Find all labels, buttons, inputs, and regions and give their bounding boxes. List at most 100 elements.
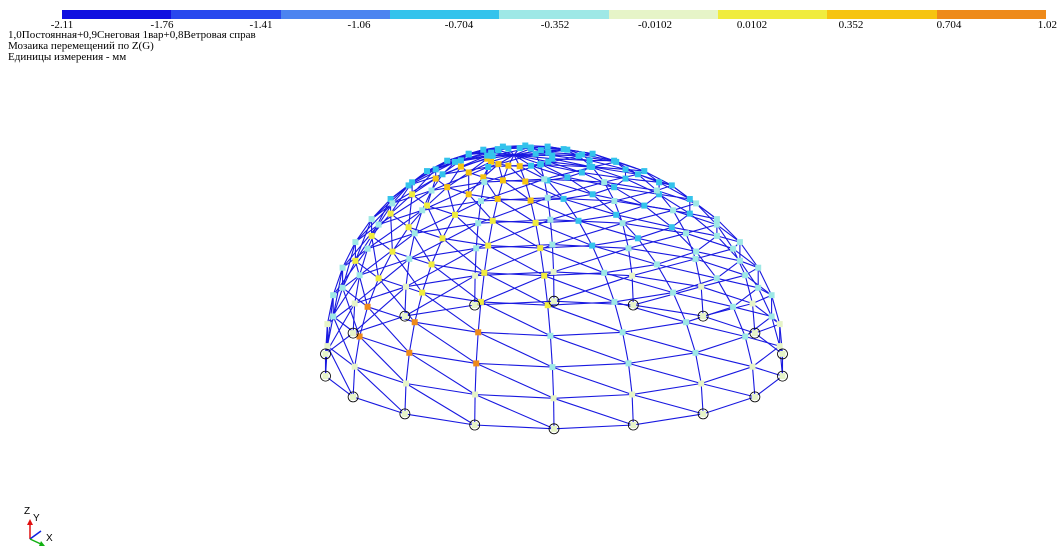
- mesh-node: [475, 329, 482, 336]
- mesh-member: [539, 248, 545, 276]
- mesh-member: [552, 362, 629, 368]
- mesh-node: [578, 169, 585, 176]
- mesh-node: [471, 302, 478, 308]
- mesh-node: [713, 232, 720, 239]
- mesh-node: [668, 224, 675, 231]
- mesh-node: [601, 179, 608, 186]
- mesh-node: [586, 157, 593, 164]
- mesh-node: [550, 268, 557, 275]
- mesh-node: [499, 143, 506, 150]
- mesh-node: [683, 230, 689, 237]
- mesh-node: [522, 178, 529, 185]
- mesh-node: [405, 182, 412, 189]
- mesh-node: [749, 363, 756, 370]
- mesh-member: [480, 272, 485, 302]
- mesh-member: [474, 424, 555, 430]
- mesh-member: [530, 165, 568, 178]
- mesh-node: [330, 292, 337, 299]
- mesh-member: [553, 275, 633, 302]
- mesh-node: [411, 319, 418, 326]
- dome-model-view[interactable]: [0, 0, 1064, 555]
- mesh-node: [387, 210, 394, 217]
- mesh-node: [686, 196, 693, 202]
- mesh-node: [641, 202, 648, 209]
- mesh-node: [375, 275, 382, 282]
- mesh-node: [368, 216, 375, 223]
- mesh-node: [411, 230, 418, 237]
- mesh-member: [685, 232, 734, 250]
- mesh-member: [627, 363, 633, 395]
- mesh-member: [627, 248, 633, 276]
- mesh-node: [550, 395, 557, 402]
- mesh-node: [405, 224, 412, 231]
- mesh-member: [622, 331, 696, 354]
- mesh-node: [698, 380, 705, 387]
- mesh-member: [352, 396, 406, 415]
- mesh-node: [698, 283, 705, 290]
- mesh-node: [693, 248, 700, 255]
- mesh-node: [457, 163, 464, 170]
- mesh-node: [322, 373, 329, 380]
- mesh-member: [367, 278, 380, 307]
- mesh-node: [401, 313, 408, 320]
- mesh-node: [670, 289, 677, 296]
- mesh-member: [476, 362, 553, 368]
- mesh-node: [485, 242, 492, 249]
- mesh-member: [685, 233, 697, 260]
- mesh-node: [641, 168, 648, 175]
- mesh-node: [713, 216, 720, 223]
- mesh-member: [404, 413, 475, 426]
- mesh-node: [475, 220, 482, 227]
- mesh-member: [592, 237, 638, 247]
- mesh-node: [352, 257, 359, 264]
- mesh-node: [751, 330, 758, 337]
- mesh-member: [631, 393, 704, 415]
- mesh-node: [452, 211, 458, 218]
- mesh-member: [408, 322, 416, 353]
- mesh-node: [528, 162, 534, 169]
- mesh-member: [632, 382, 702, 396]
- mesh-member: [551, 367, 555, 399]
- mesh-node: [494, 146, 501, 153]
- mesh-member: [578, 220, 639, 239]
- mesh-member: [378, 209, 423, 226]
- mesh-member: [604, 272, 674, 294]
- mesh-node: [350, 330, 357, 337]
- mesh-node: [551, 425, 557, 432]
- mesh-member: [446, 187, 456, 215]
- mesh-member: [701, 366, 753, 385]
- mesh-node: [406, 349, 413, 356]
- mesh-member: [475, 362, 554, 399]
- mesh-node: [324, 343, 331, 350]
- mesh-member: [478, 331, 551, 337]
- mesh-node: [629, 272, 636, 279]
- mesh-node: [473, 360, 480, 367]
- mesh-node: [481, 179, 488, 186]
- mesh-node: [755, 284, 762, 291]
- mesh-node: [730, 245, 737, 252]
- mesh-node: [700, 410, 707, 417]
- mesh-member: [633, 413, 704, 426]
- mesh-node: [489, 217, 496, 224]
- mesh-node: [428, 261, 435, 268]
- mesh-node: [537, 161, 544, 168]
- mesh-node: [544, 143, 551, 150]
- mesh-node: [439, 235, 446, 242]
- mesh-node: [634, 171, 641, 178]
- mesh-node: [653, 187, 660, 194]
- axis-z-label: Z: [24, 506, 31, 517]
- mesh-member: [604, 173, 639, 183]
- mesh-node: [389, 248, 396, 255]
- mesh-member: [359, 232, 416, 276]
- mesh-member: [543, 275, 549, 306]
- mesh-node: [452, 158, 458, 165]
- mesh-node: [465, 150, 472, 157]
- mesh-member: [414, 321, 477, 364]
- mesh-member: [694, 258, 702, 287]
- mesh-node: [457, 157, 464, 164]
- mesh-member: [352, 286, 407, 334]
- mesh-node: [730, 303, 737, 310]
- mesh-node: [494, 195, 501, 202]
- mesh-member: [628, 247, 696, 260]
- mesh-node: [611, 184, 618, 191]
